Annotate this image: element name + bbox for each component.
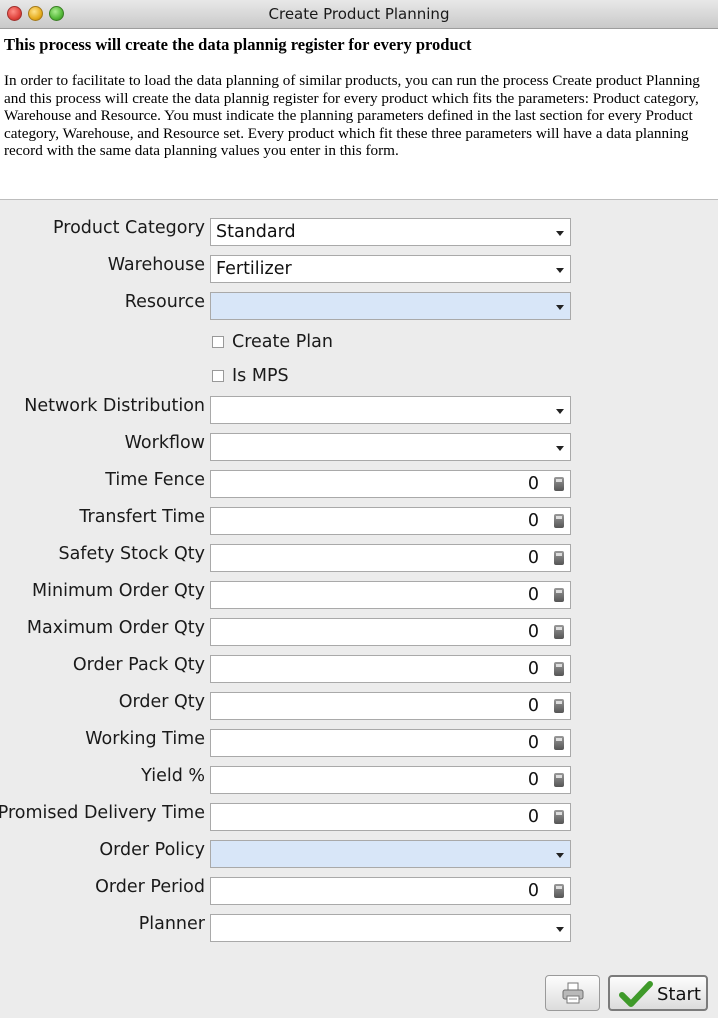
order-qty-value: 0 (527, 696, 539, 716)
is-mps-checkbox[interactable] (212, 370, 224, 382)
product-category-label: Product Category (53, 218, 205, 238)
planner-label: Planner (138, 914, 205, 934)
order-pack-qty-value: 0 (527, 659, 539, 679)
network-distribution-select[interactable] (210, 396, 571, 424)
warehouse-label: Warehouse (107, 255, 205, 275)
transfert-time-value: 0 (527, 511, 539, 531)
safety-stock-qty-input[interactable]: 0 (210, 544, 571, 572)
minimum-order-qty-input[interactable]: 0 (210, 581, 571, 609)
working-time-value: 0 (527, 733, 539, 753)
window-title: Create Product Planning (268, 5, 450, 23)
time-fence-value: 0 (527, 474, 539, 494)
order-period-value: 0 (527, 881, 539, 901)
minimum-order-qty-value: 0 (527, 585, 539, 605)
calculator-icon[interactable] (554, 514, 564, 528)
order-period-input[interactable]: 0 (210, 877, 571, 905)
workflow-select[interactable] (210, 433, 571, 461)
calculator-icon[interactable] (554, 662, 564, 676)
calculator-icon[interactable] (554, 699, 564, 713)
order-pack-qty-input[interactable]: 0 (210, 655, 571, 683)
safety-stock-qty-value: 0 (527, 548, 539, 568)
promised-delivery-time-input[interactable]: 0 (210, 803, 571, 831)
chevron-down-icon[interactable] (556, 305, 564, 310)
printer-icon (562, 982, 584, 1004)
order-policy-label: Order Policy (99, 840, 205, 860)
resource-select[interactable] (210, 292, 571, 320)
yield-input[interactable]: 0 (210, 766, 571, 794)
yield-value: 0 (527, 770, 539, 790)
checkmark-icon (619, 981, 653, 1007)
resource-label: Resource (124, 292, 205, 312)
calculator-icon[interactable] (554, 810, 564, 824)
calculator-icon[interactable] (554, 773, 564, 787)
create-plan-checkbox[interactable] (212, 336, 224, 348)
title-bar: Create Product Planning (0, 0, 718, 29)
maximum-order-qty-input[interactable]: 0 (210, 618, 571, 646)
safety-stock-qty-label: Safety Stock Qty (58, 544, 205, 564)
calculator-icon[interactable] (554, 477, 564, 491)
working-time-label: Working Time (85, 729, 205, 749)
network-distribution-label: Network Distribution (24, 396, 205, 416)
start-button[interactable]: Start (608, 975, 708, 1011)
print-button[interactable] (545, 975, 600, 1011)
minimum-order-qty-label: Minimum Order Qty (32, 581, 205, 601)
time-fence-label: Time Fence (105, 470, 205, 490)
process-description-panel: This process will create the data planni… (0, 29, 718, 200)
create-plan-label: Create Plan (232, 332, 333, 352)
promised-delivery-time-label: Promised Delivery Time (0, 803, 205, 823)
calculator-icon[interactable] (554, 884, 564, 898)
yield-label: Yield % (141, 766, 205, 786)
chevron-down-icon[interactable] (556, 446, 564, 451)
warehouse-value: Fertilizer (216, 259, 292, 279)
calculator-icon[interactable] (554, 736, 564, 750)
is-mps-label: Is MPS (232, 366, 289, 386)
chevron-down-icon[interactable] (556, 927, 564, 932)
process-title: This process will create the data planni… (4, 35, 472, 54)
product-category-select[interactable]: Standard (210, 218, 571, 246)
promised-delivery-time-value: 0 (527, 807, 539, 827)
start-button-label: Start (657, 984, 701, 1005)
order-pack-qty-label: Order Pack Qty (72, 655, 205, 675)
calculator-icon[interactable] (554, 625, 564, 639)
process-description: In order to facilitate to load the data … (4, 72, 700, 159)
transfert-time-label: Transfert Time (79, 507, 205, 527)
chevron-down-icon[interactable] (556, 853, 564, 858)
workflow-label: Workflow (124, 433, 205, 453)
time-fence-input[interactable]: 0 (210, 470, 571, 498)
chevron-down-icon[interactable] (556, 231, 564, 236)
order-qty-label: Order Qty (118, 692, 205, 712)
working-time-input[interactable]: 0 (210, 729, 571, 757)
calculator-icon[interactable] (554, 551, 564, 565)
chevron-down-icon[interactable] (556, 268, 564, 273)
warehouse-select[interactable]: Fertilizer (210, 255, 571, 283)
maximum-order-qty-value: 0 (527, 622, 539, 642)
order-period-label: Order Period (95, 877, 205, 897)
product-category-value: Standard (216, 222, 296, 242)
transfert-time-input[interactable]: 0 (210, 507, 571, 535)
maximum-order-qty-label: Maximum Order Qty (26, 618, 205, 638)
order-policy-select[interactable] (210, 840, 571, 868)
create-product-planning-window: Create Product Planning This process wil… (0, 0, 718, 1018)
planner-select[interactable] (210, 914, 571, 942)
order-qty-input[interactable]: 0 (210, 692, 571, 720)
calculator-icon[interactable] (554, 588, 564, 602)
chevron-down-icon[interactable] (556, 409, 564, 414)
